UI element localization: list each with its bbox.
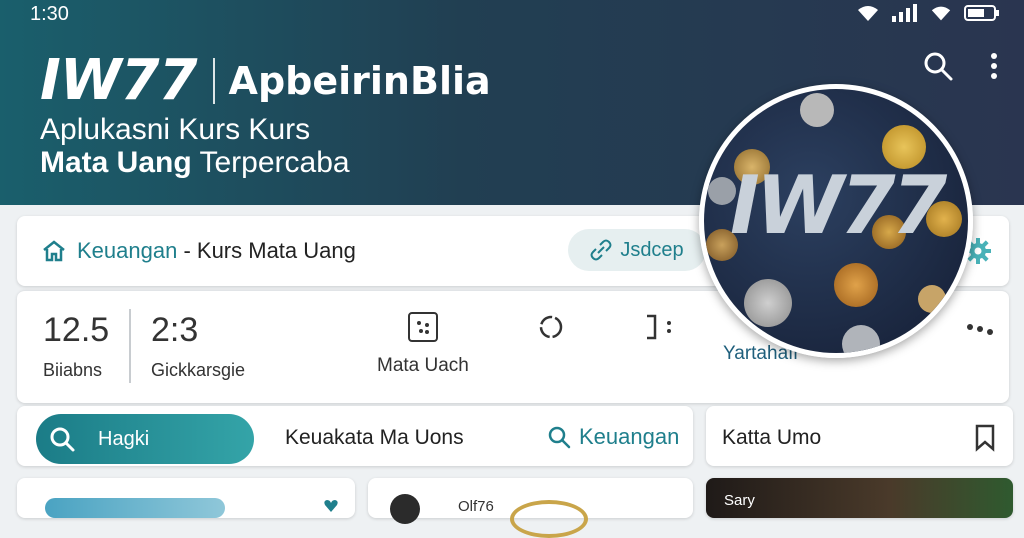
avatar	[390, 494, 420, 524]
stat-value: 2:3	[151, 311, 199, 349]
bottom-card-image[interactable]: Sary	[706, 478, 1013, 518]
stat-value: 12.5	[43, 311, 110, 349]
search-button[interactable]	[922, 50, 954, 82]
coin-graphic	[510, 500, 588, 538]
breadcrumb: Keuangan - Kurs Mata Uang	[41, 238, 356, 264]
action-pill-button[interactable]: Jsdcep	[568, 229, 706, 271]
search-pill-label: Hagki	[98, 427, 150, 450]
kata-label: Katta Umo	[722, 426, 822, 449]
promo-logo: IW77	[730, 159, 947, 252]
action-pill-label: Jsdcep	[620, 238, 684, 261]
stat-label: Gickkarsgie	[151, 360, 246, 380]
tagline-line1: Aplukasni Kurs Kurs	[40, 113, 311, 146]
battery-icon	[964, 4, 1000, 27]
stat-label: Biiabns	[43, 360, 103, 380]
keuangan-link-label: Keuangan	[579, 424, 680, 449]
coin	[918, 285, 946, 313]
card-thumbnail	[45, 498, 225, 518]
keuangan-link[interactable]: Keuangan	[547, 424, 679, 450]
stat-item: 12.5 Biiabns	[43, 311, 109, 381]
breadcrumb-section[interactable]: Keuangan	[77, 238, 177, 264]
bottom-card[interactable]	[17, 478, 355, 518]
coin	[834, 263, 878, 307]
stat-item: 2:3 Gickkarsgie	[151, 311, 245, 381]
status-time: 1:30	[30, 3, 69, 25]
tool-bracket[interactable]	[643, 313, 677, 341]
home-icon	[43, 240, 65, 262]
coin	[800, 93, 834, 127]
search-icon	[548, 426, 571, 449]
signal-icon	[892, 4, 918, 27]
promo-coin-image: IW77	[699, 84, 973, 358]
tool-label: Mata Uach	[377, 355, 469, 376]
tagline-rest: Terpercaba	[191, 146, 350, 179]
wifi-icon-secondary	[930, 4, 952, 27]
coin	[744, 279, 792, 327]
currency-label: Keuakata Ma Uons	[285, 426, 464, 449]
breadcrumb-page: Kurs Mata Uang	[196, 238, 356, 263]
tagline-bold: Mata Uang	[40, 146, 192, 179]
grid-dots-icon	[407, 312, 438, 342]
tool-circle[interactable]	[537, 313, 565, 341]
tagline-line2: Mata Uang Terpercaba	[40, 146, 350, 180]
status-bar: 1:30	[0, 0, 1024, 28]
bookmark-icon	[975, 424, 995, 452]
more-horiz-icon	[967, 324, 993, 335]
more-horiz-button[interactable]	[965, 321, 995, 337]
kata-card: Katta Umo	[706, 406, 1013, 466]
stat-divider	[129, 309, 131, 383]
bottom-card-label: Sary	[724, 492, 755, 509]
brand-divider	[212, 57, 215, 104]
bottom-card-label: Olf76	[458, 498, 494, 515]
wifi-icon	[856, 4, 880, 27]
search-icon	[924, 52, 953, 81]
circle-icon	[539, 315, 563, 339]
more-vert-icon	[991, 53, 997, 79]
bottom-card[interactable]: Olf76	[368, 478, 693, 538]
search-card: Hagki Keuakata Ma Uons Keuangan	[17, 406, 693, 466]
bookmark-button[interactable]	[974, 424, 996, 457]
app-logo: IW77	[40, 48, 198, 113]
breadcrumb-separator: -	[177, 238, 197, 263]
search-pill-button[interactable]: Hagki	[36, 414, 254, 464]
link-icon	[590, 239, 612, 261]
more-menu-button[interactable]	[980, 50, 1008, 82]
bracket-icon	[647, 314, 671, 340]
brand-lockup: IW77 ApbeirinBlia	[40, 48, 491, 113]
tool-mata-uach[interactable]: Mata Uach	[377, 311, 469, 377]
search-icon	[50, 427, 75, 452]
brand-name: ApbeirinBlia	[228, 58, 491, 103]
